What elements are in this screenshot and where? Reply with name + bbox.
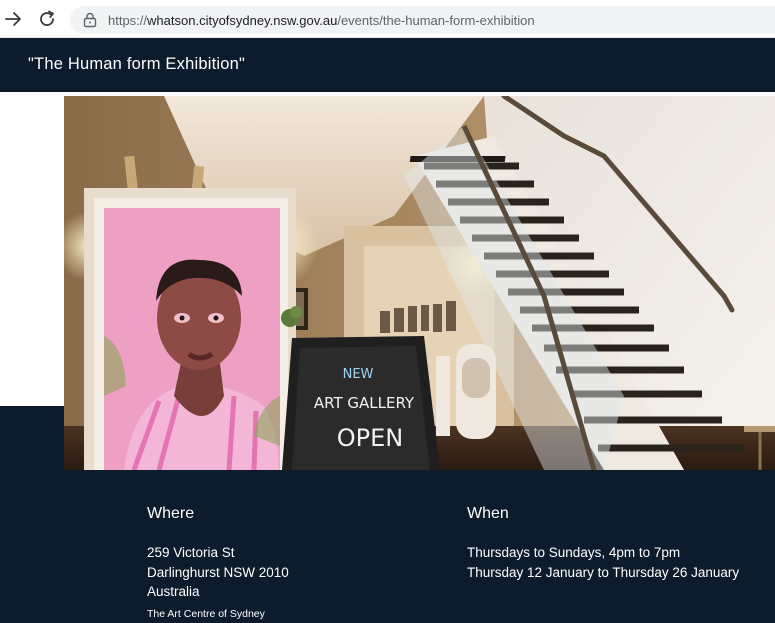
reload-icon[interactable] — [37, 9, 57, 29]
schedule-text: Thursdays to Sundays, 4pm to 7pm — [467, 545, 681, 560]
page-title: "The Human form Exhibition" — [28, 55, 246, 73]
sign-line-gallery: ART GALLERY — [314, 394, 415, 412]
date-range-text: Thursday 12 January to Thursday 26 Janua… — [467, 564, 740, 580]
lock-icon[interactable] — [83, 12, 97, 28]
address-line-street: 259 Victoria St — [147, 545, 235, 560]
address-bar[interactable]: https://whatson.cityofsydney.nsw.gov.au/… — [70, 6, 775, 34]
site-header: "The Human form Exhibition" — [0, 38, 775, 92]
url-prefix: https:// — [108, 13, 148, 28]
where-section: Where 259 Victoria St Darlinghurst NSW 2… — [147, 505, 289, 620]
url-text[interactable]: https://whatson.cityofsydney.nsw.gov.au/… — [108, 13, 535, 28]
address-line-suburb: Darlinghurst NSW 2010 — [147, 564, 289, 580]
url-path: /events/the-human-form-exhibition — [337, 13, 535, 28]
when-section: When Thursdays to Sundays, 4pm to 7pm Th… — [467, 505, 739, 582]
where-heading: Where — [147, 505, 195, 522]
sign-line-open: OPEN — [337, 424, 403, 452]
when-heading: When — [467, 505, 509, 522]
event-hero-image: NEW ART GALLERY OPEN — [64, 96, 775, 470]
url-domain: whatson.cityofsydney.nsw.gov.au — [147, 13, 338, 28]
venue-name: The Art Centre of Sydney — [147, 607, 265, 620]
sign-line-new: NEW — [343, 367, 374, 382]
browser-toolbar: https://whatson.cityofsydney.nsw.gov.au/… — [0, 0, 775, 38]
back-arrow-icon[interactable] — [3, 9, 23, 29]
gallery-photo: NEW ART GALLERY OPEN — [64, 96, 775, 470]
address-line-country: Australia — [147, 584, 200, 599]
